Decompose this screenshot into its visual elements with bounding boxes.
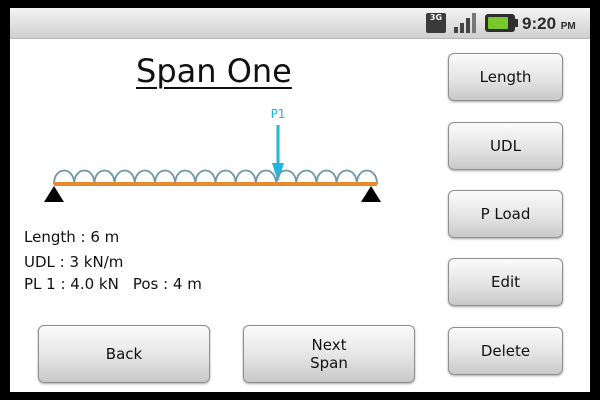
next-span-button[interactable]: Next Span [243,325,415,383]
p-load-button[interactable]: P Load [448,190,563,238]
udl-info: UDL : 3 kN/m [24,253,124,271]
time-value: 9:20 [522,14,557,33]
status-bar: 3G 9:20 PM [10,8,590,39]
point-load-value: PL 1 : 4.0 kN [24,275,119,293]
right-support [361,186,381,202]
time-ampm: PM [560,21,576,32]
status-time: 9:20 PM [522,14,576,34]
left-support [44,186,64,202]
delete-button[interactable]: Delete [448,327,563,375]
udl-arc [93,169,116,185]
udl-arc [174,169,197,185]
udl-arc [234,169,257,185]
signal-icon [454,13,476,33]
length-info: Length : 6 m [24,228,120,246]
udl-arc [335,169,358,185]
back-button[interactable]: Back [38,325,210,383]
udl-arc [194,169,217,185]
udl-arc [53,169,76,185]
point-load-arrow-head [272,163,284,182]
udl-arc [295,169,318,185]
edit-button[interactable]: Edit [448,258,563,306]
udl-arc [254,169,277,185]
battery-icon [485,14,518,32]
udl-button[interactable]: UDL [448,122,563,170]
udl-arc [133,169,156,185]
beam-diagram: P1 [44,107,381,202]
udl-arc [315,169,338,185]
udl-arc [154,169,177,185]
network-type: 3G [429,13,443,22]
3g-icon: 3G [426,13,446,33]
length-button[interactable]: Length [448,53,563,101]
point-load-label: P1 [271,107,286,121]
page-title: Span One [136,52,292,90]
udl-arc [355,169,378,185]
point-load-position: Pos : 4 m [132,275,202,293]
udl-arc [214,169,237,185]
udl-arc [73,169,96,185]
app-screen: 3G 9:20 PM Span One P1 Length : 6 m UDL … [10,8,590,392]
point-load-info: PL 1 : 4.0 kN Pos : 4 m [24,275,202,293]
udl-arc [113,169,136,185]
next-span-label-line1: Next [311,336,347,354]
udl-load [53,169,378,185]
next-span-label-line2: Span [310,354,348,372]
